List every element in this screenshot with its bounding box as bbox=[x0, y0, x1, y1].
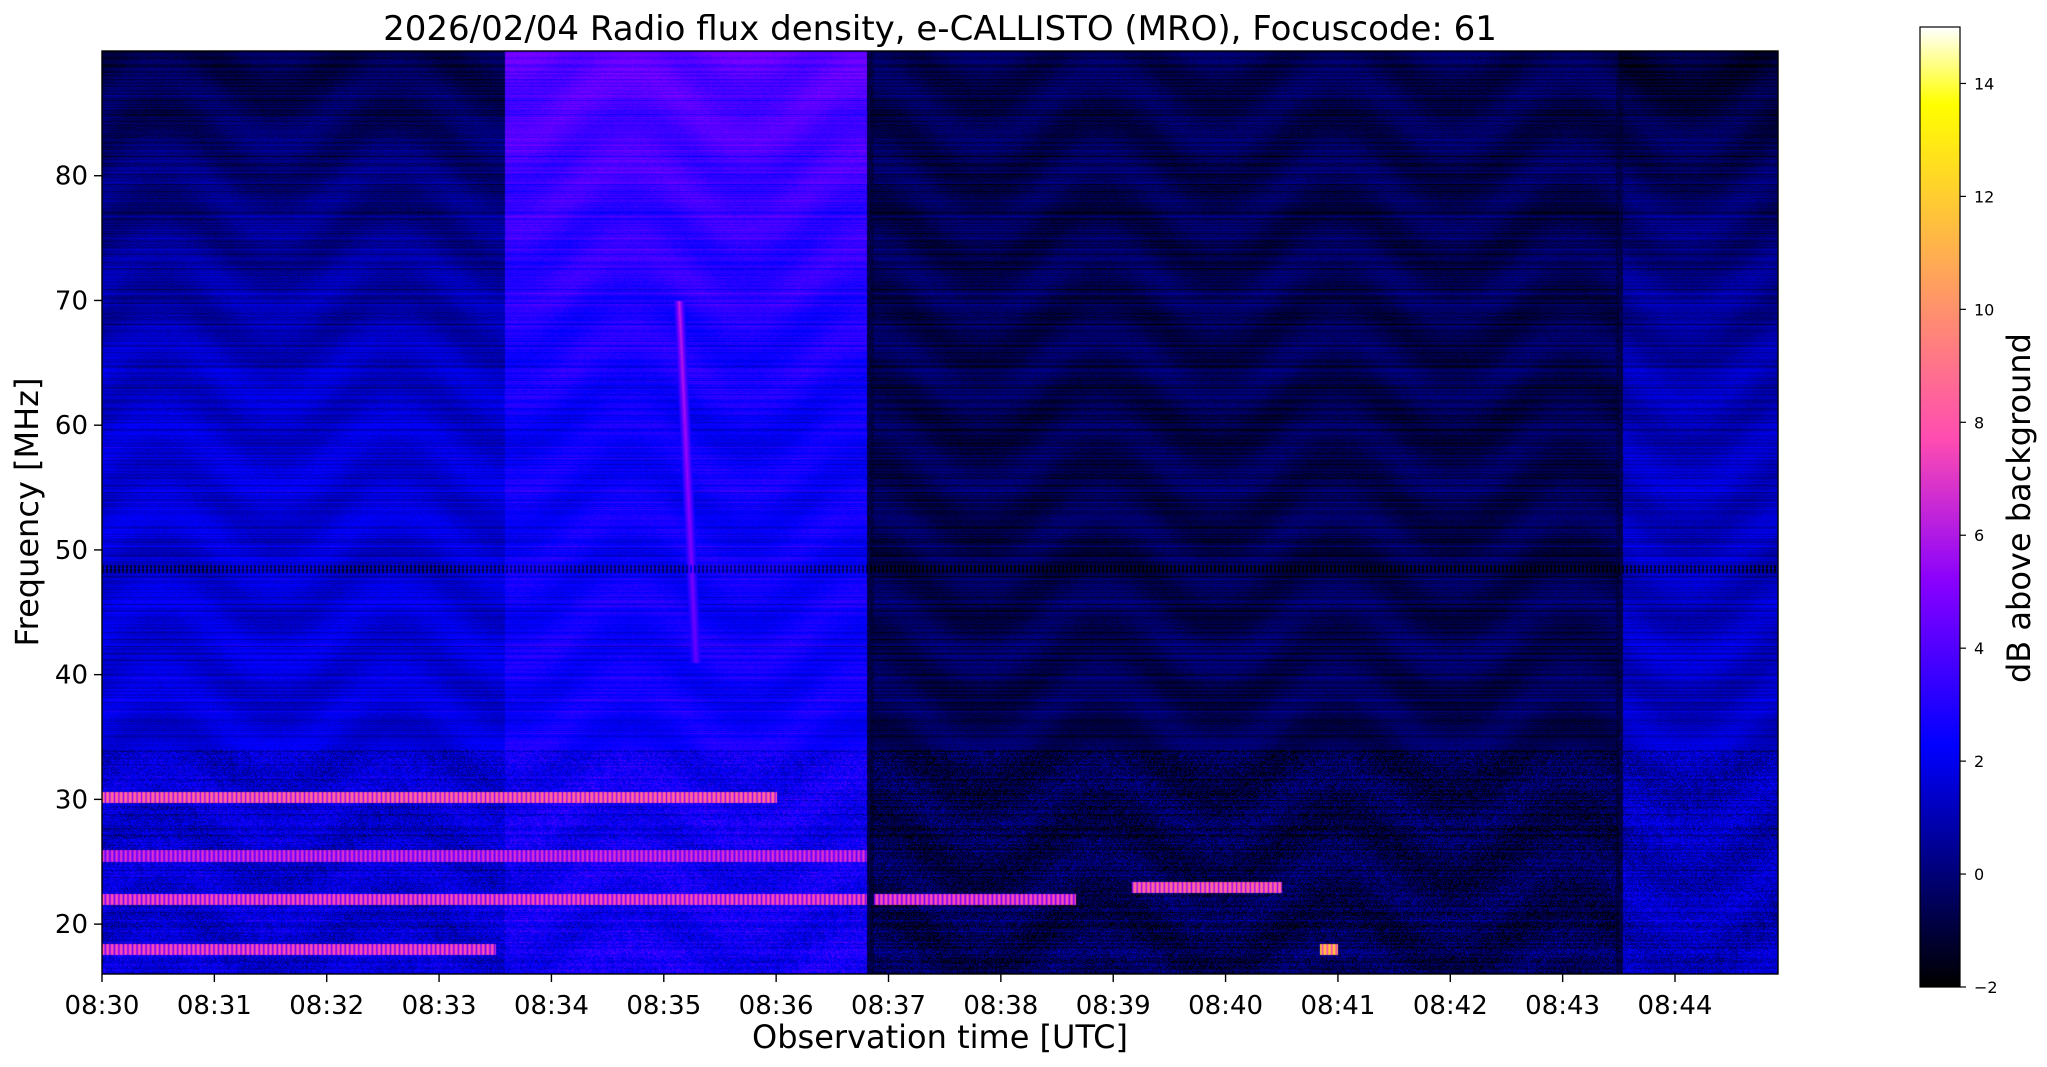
x-tick-label: 08:30 bbox=[65, 991, 140, 1021]
x-tick-label: 08:32 bbox=[289, 991, 364, 1021]
colorbar-tick-label: 0 bbox=[1974, 865, 1984, 884]
colorbar-tick-label: 2 bbox=[1974, 752, 1984, 771]
x-axis: 08:30 08:31 08:32 08:33 08:34 08:35 08:36 08:37… bbox=[65, 974, 1713, 1021]
y-tick-label: 20 bbox=[55, 910, 88, 940]
colorbar-tick-label: 14 bbox=[1974, 74, 1994, 93]
x-tick-label: 08:34 bbox=[514, 991, 589, 1021]
colorbar-canvas bbox=[1920, 27, 1960, 987]
colorbar-tick-label: 8 bbox=[1974, 413, 1984, 432]
y-tick-label: 80 bbox=[55, 162, 88, 192]
heatmap-canvas bbox=[102, 51, 1778, 974]
colorbar-tick-label: −2 bbox=[1974, 978, 1998, 997]
x-tick-label: 08:44 bbox=[1638, 991, 1713, 1021]
x-tick-label: 08:31 bbox=[177, 991, 252, 1021]
colorbar-tick-label: 4 bbox=[1974, 639, 1984, 658]
y-tick-label: 40 bbox=[55, 661, 88, 691]
colorbar-canvas-host bbox=[1920, 27, 1960, 987]
colorbar: −2 0 2 4 6 8 10 12 14 dB above background bbox=[1919, 26, 2038, 997]
x-tick-label: 08:42 bbox=[1413, 991, 1488, 1021]
y-tick-label: 50 bbox=[55, 536, 88, 566]
x-axis-label: Observation time [UTC] bbox=[752, 1018, 1128, 1056]
x-tick-label: 08:37 bbox=[851, 991, 926, 1021]
colorbar-tick-label: 6 bbox=[1974, 526, 1984, 545]
heatmap-canvas-host bbox=[102, 51, 1778, 974]
chart-title: 2026/02/04 Radio flux density, e-CALLIST… bbox=[383, 9, 1497, 49]
x-tick-label: 08:36 bbox=[739, 991, 814, 1021]
colorbar-label: dB above background bbox=[2000, 333, 2038, 683]
y-tick-label: 60 bbox=[55, 411, 88, 441]
x-tick-label: 08:41 bbox=[1300, 991, 1375, 1021]
y-axis: 20 30 40 50 60 70 80 bbox=[55, 162, 102, 940]
x-tick-label: 08:33 bbox=[402, 991, 477, 1021]
colorbar-ticks: −2 0 2 4 6 8 10 12 14 bbox=[1960, 74, 1998, 997]
heatmap-plot bbox=[101, 50, 1779, 975]
spectrogram-figure: 2026/02/04 Radio flux density, e-CALLIST… bbox=[8, 9, 2038, 1056]
x-tick-label: 08:39 bbox=[1076, 991, 1151, 1021]
x-tick-label: 08:38 bbox=[963, 991, 1038, 1021]
y-tick-label: 70 bbox=[55, 286, 88, 316]
x-tick-label: 08:40 bbox=[1188, 991, 1263, 1021]
y-tick-label: 30 bbox=[55, 785, 88, 815]
y-axis-label: Frequency [MHz] bbox=[8, 378, 46, 647]
colorbar-tick-label: 12 bbox=[1974, 187, 1994, 206]
x-tick-label: 08:43 bbox=[1525, 991, 1600, 1021]
x-tick-label: 08:35 bbox=[626, 991, 701, 1021]
colorbar-tick-label: 10 bbox=[1974, 300, 1994, 319]
